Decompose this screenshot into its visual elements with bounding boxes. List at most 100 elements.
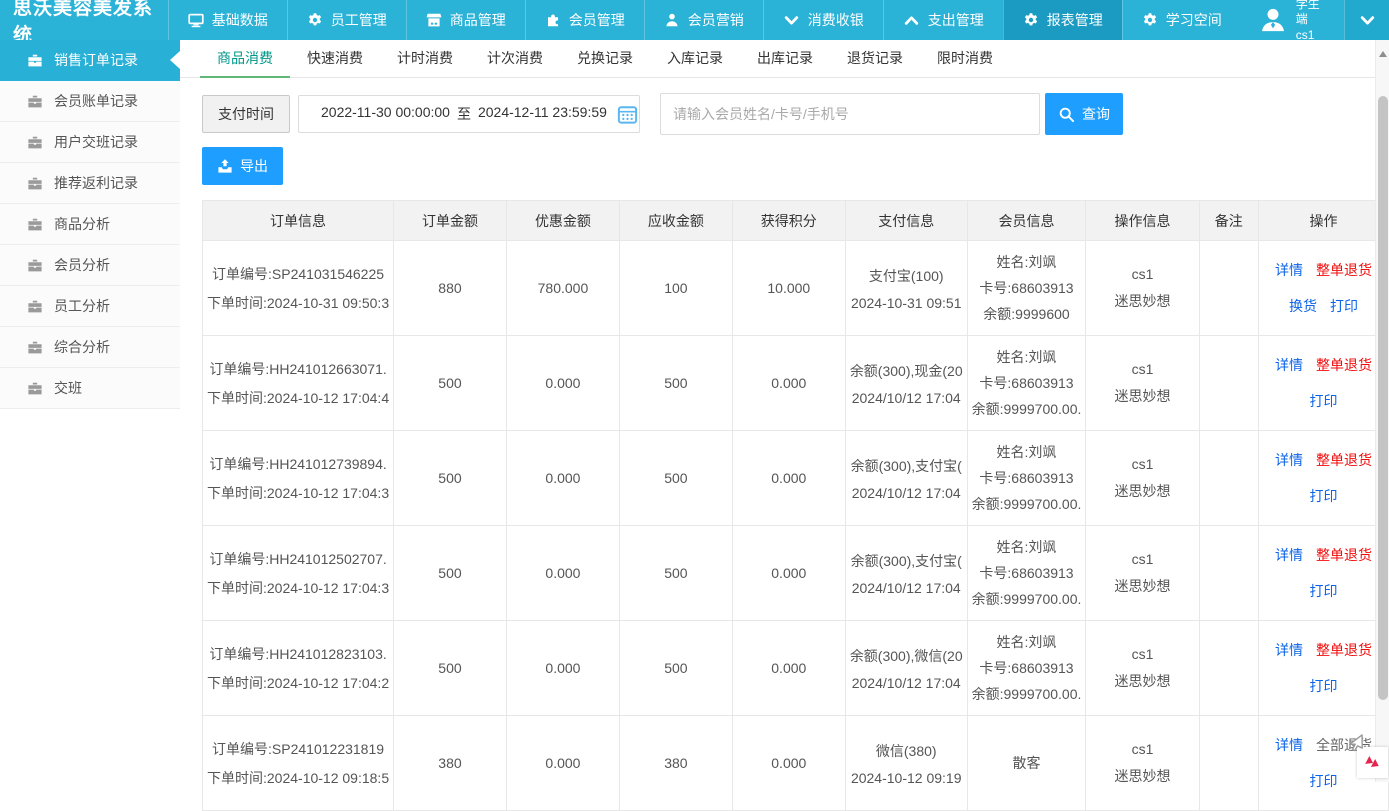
date-end: 2024-12-11 23:59:59 [478,104,607,124]
sidebar-item-1[interactable]: 销售订单记录 [0,40,180,81]
operator-info-cell: cs1迷思妙想 [1086,336,1199,431]
column-header: 备注 [1199,201,1258,241]
column-header: 操作 [1258,201,1388,241]
gear-icon [1023,12,1039,28]
column-header: 操作信息 [1086,201,1199,241]
top-header: 思沃美容美发系统 基础数据员工管理商品管理会员管理会员营销消费收银支出管理报表管… [0,0,1389,40]
action-blue-link[interactable]: 打印 [1309,391,1337,411]
nav-item-label: 商品管理 [450,10,506,30]
sidebar-item-label: 综合分析 [54,337,110,357]
action-blue-link[interactable]: 打印 [1330,296,1358,316]
action-blue-link[interactable]: 打印 [1309,581,1337,601]
tab-4[interactable]: 计次消费 [470,40,560,77]
scrollbar-thumb[interactable] [1378,96,1388,700]
header-collapse-button[interactable] [1344,0,1389,40]
nav-item-1[interactable]: 基础数据 [168,0,287,40]
date-start: 2022-11-30 00:00:00 [321,104,450,124]
sidebar-item-4[interactable]: 推荐返利记录 [0,163,180,204]
action-blue-link[interactable]: 详情 [1275,260,1303,280]
sidebar-item-2[interactable]: 会员账单记录 [0,81,180,122]
order-info-cell: 订单编号:HH241012739894.下单时间:2024-10-12 17:0… [203,431,394,526]
export-button[interactable]: 导出 [202,147,283,185]
chevron-down-icon [783,12,800,29]
nav-item-label: 会员管理 [569,10,625,30]
briefcase-icon [27,175,43,191]
action-blue-link[interactable]: 打印 [1309,486,1337,506]
briefcase-icon [27,134,43,150]
nav-item-label: 员工管理 [331,10,387,30]
tab-6[interactable]: 入库记录 [650,40,740,77]
action-blue-link[interactable]: 打印 [1309,771,1337,791]
user-role: 学生端 [1296,0,1327,28]
tab-7[interactable]: 出库记录 [740,40,830,77]
user-menu[interactable]: 学生端 cs1 [1241,0,1345,40]
order-amount-cell: 500 [394,621,507,716]
action-blue-link[interactable]: 详情 [1275,355,1303,375]
briefcase-icon [27,298,43,314]
sidebar-item-label: 会员账单记录 [54,91,138,111]
query-button[interactable]: 查询 [1045,93,1123,135]
nav-item-3[interactable]: 商品管理 [406,0,525,40]
remark-cell [1199,526,1258,621]
tab-1[interactable]: 商品消费 [200,40,290,77]
discount-amount-cell: 780.000 [506,241,619,336]
sidebar-item-label: 销售订单记录 [54,50,138,70]
nav-item-4[interactable]: 会员管理 [525,0,644,40]
action-red-link[interactable]: 整单退货 [1316,640,1372,660]
nav-item-7[interactable]: 支出管理 [883,0,1003,40]
date-range-text: 2022-11-30 00:00:00 至 2024-12-11 23:59:5… [321,104,607,124]
order-amount-cell: 500 [394,336,507,431]
nav-item-9[interactable]: 学习空间 [1122,0,1241,40]
remark-cell [1199,716,1258,811]
scrollbar-up-arrow-icon[interactable] [1379,47,1387,57]
action-blue-link[interactable]: 详情 [1275,450,1303,470]
points-cell: 0.000 [732,431,845,526]
sidebar-item-6[interactable]: 会员分析 [0,245,180,286]
table-row: 订单编号:HH241012663071.下单时间:2024-10-12 17:0… [203,336,1389,431]
action-blue-link[interactable]: 详情 [1275,640,1303,660]
nav-item-label: 学习空间 [1166,10,1222,30]
date-range-input[interactable]: 2022-11-30 00:00:00 至 2024-12-11 23:59:5… [298,95,640,133]
table-header-row: 订单信息订单金额优惠金额应收金额获得积分支付信息会员信息操作信息备注操作 [203,201,1389,241]
sidebar-item-5[interactable]: 商品分析 [0,204,180,245]
nav-item-8[interactable]: 报表管理 [1003,0,1122,40]
sidebar-item-3[interactable]: 用户交班记录 [0,122,180,163]
payment-info-cell: 微信(380)2024-10-12 09:19 [845,716,967,811]
nav-item-6[interactable]: 消费收银 [763,0,883,40]
member-search-box [660,93,1040,135]
action-red-link[interactable]: 整单退货 [1316,260,1372,280]
action-blue-link[interactable]: 详情 [1275,735,1303,755]
query-button-label: 查询 [1082,104,1110,124]
action-blue-link[interactable]: 打印 [1309,676,1337,696]
tab-2[interactable]: 快速消费 [290,40,380,77]
receivable-amount-cell: 380 [620,716,733,811]
action-red-link[interactable]: 整单退货 [1316,545,1372,565]
actions-cell: 详情整单退货打印 [1258,621,1388,716]
nav-item-label: 基础数据 [212,10,268,30]
sidebar-item-8[interactable]: 综合分析 [0,327,180,368]
nav-item-5[interactable]: 会员营销 [644,0,763,40]
pay-time-filter-button[interactable]: 支付时间 [202,95,290,133]
gear-icon [307,12,323,28]
action-red-link[interactable]: 整单退货 [1316,355,1372,375]
user-icon [664,12,680,28]
discount-amount-cell: 0.000 [506,336,619,431]
orders-table: 订单信息订单金额优惠金额应收金额获得积分支付信息会员信息操作信息备注操作 订单编… [202,200,1389,811]
sidebar-item-7[interactable]: 员工分析 [0,286,180,327]
nav-item-2[interactable]: 员工管理 [287,0,406,40]
table-body: 订单编号:SP241031546225下单时间:2024-10-31 09:50… [203,241,1389,811]
tab-5[interactable]: 兑换记录 [560,40,650,77]
column-header: 获得积分 [732,201,845,241]
action-blue-link[interactable]: 详情 [1275,545,1303,565]
sidebar-item-9[interactable]: 交班 [0,368,180,409]
puzzle-icon [545,12,561,28]
tab-9[interactable]: 限时消费 [920,40,1010,77]
tab-3[interactable]: 计时消费 [380,40,470,77]
action-blue-link[interactable]: 换货 [1289,296,1317,316]
column-header: 订单金额 [394,201,507,241]
tab-8[interactable]: 退货记录 [830,40,920,77]
receivable-amount-cell: 100 [620,241,733,336]
vertical-scrollbar[interactable] [1375,40,1389,782]
member-search-input[interactable] [661,94,1039,134]
action-red-link[interactable]: 整单退货 [1316,450,1372,470]
